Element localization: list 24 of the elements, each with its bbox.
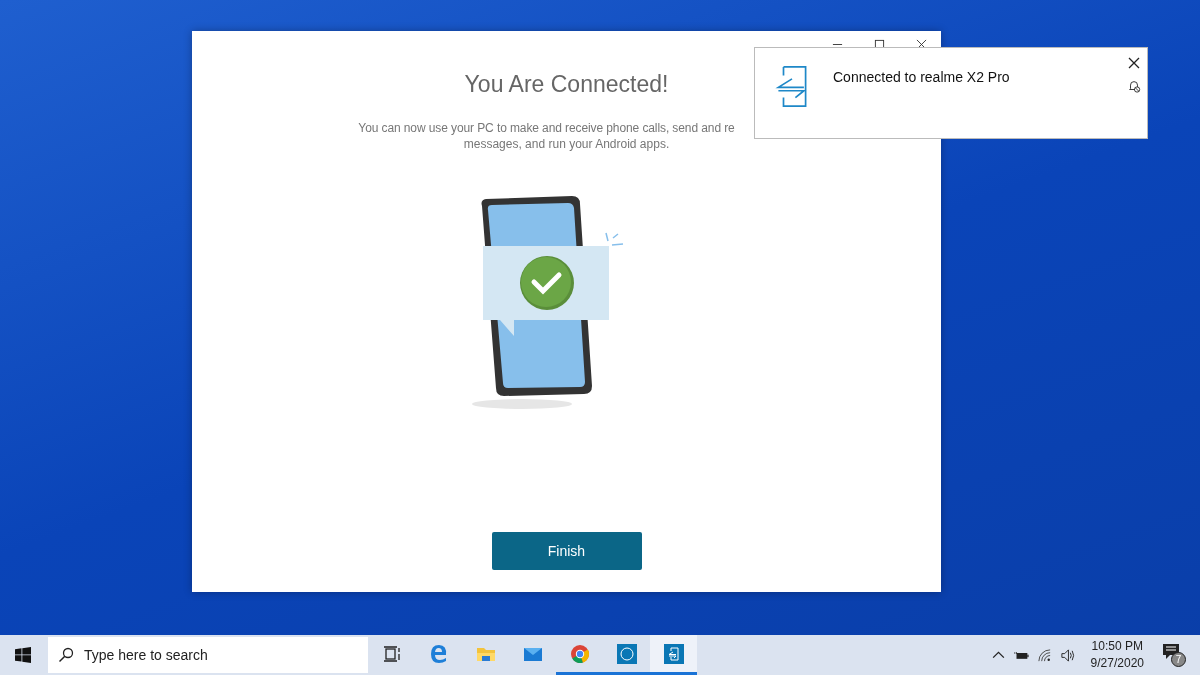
volume-icon[interactable] <box>1059 647 1075 663</box>
bell-off-icon[interactable] <box>1127 79 1141 93</box>
phone-link-icon <box>663 643 684 664</box>
clock-time[interactable]: 10:50 PM <box>1091 638 1143 655</box>
close-icon[interactable] <box>1127 56 1141 70</box>
windows-start-icon[interactable] <box>15 647 31 663</box>
description-text: messages, and run your Android apps. <box>463 136 670 152</box>
circle-logo-icon <box>616 643 637 664</box>
window-title: You Are Connected! <box>464 71 669 98</box>
notification-count-badge: 7 <box>1171 652 1186 667</box>
notification-message: Connected to realme X2 Pro <box>833 69 1011 85</box>
close-icon[interactable] <box>916 39 927 50</box>
wifi-icon[interactable] <box>1036 647 1052 663</box>
taskbar-app-button[interactable] <box>650 635 697 675</box>
description-text: You can now use your PC to make and receive phone calls, send and re <box>358 120 735 136</box>
finish-button[interactable]: Finish <box>491 532 642 570</box>
maximize-icon[interactable] <box>874 39 885 50</box>
search-field[interactable]: Type here to search <box>48 637 368 673</box>
chrome-icon <box>569 643 590 664</box>
search-icon <box>58 647 74 663</box>
phone-link-icon[interactable] <box>775 64 809 109</box>
task-view-icon <box>381 643 402 664</box>
browser-e-icon <box>428 643 449 664</box>
clock-date[interactable]: 9/27/2020 <box>1090 655 1144 672</box>
